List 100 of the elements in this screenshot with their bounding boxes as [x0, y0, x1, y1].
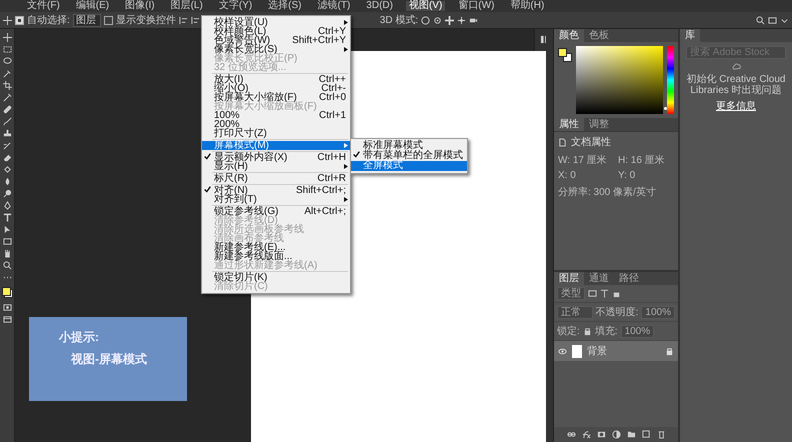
brush-panel-icon[interactable]	[540, 35, 548, 44]
type-filter-icon[interactable]	[600, 289, 609, 298]
menu-item[interactable]: 显示(H)	[202, 162, 350, 171]
menu-item[interactable]: 像素长宽比(S)	[202, 45, 350, 54]
adjustment-icon[interactable]	[612, 430, 620, 439]
menu-bar-item[interactable]: 图层(L)	[168, 1, 206, 11]
menu-item[interactable]: 对齐到(T)	[202, 195, 350, 204]
menu-bar-item[interactable]: 图像(I)	[122, 1, 158, 11]
panel-tab[interactable]: 通道	[584, 272, 614, 285]
dodge-icon[interactable]	[2, 189, 12, 198]
menu-item[interactable]: 显示额外内容(X) Ctrl+H	[202, 153, 350, 162]
align-icon[interactable]	[190, 16, 200, 24]
menu-item[interactable]: 校样颜色(L) Ctrl+Y	[202, 27, 350, 36]
panel-tab[interactable]: 颜色	[554, 29, 584, 42]
video-camera-icon[interactable]	[469, 16, 478, 24]
mask-icon[interactable]	[596, 430, 606, 439]
menu-item[interactable]: 全屏模式	[351, 161, 467, 171]
screen-mode-icon[interactable]	[2, 315, 12, 324]
menu-item[interactable]: 标准屏幕模式	[351, 141, 467, 151]
paint-bucket-icon[interactable]	[2, 165, 12, 174]
panel-tab[interactable]: 路径	[614, 272, 644, 285]
menu-bar-item[interactable]: 3D(D)	[363, 1, 396, 11]
menu-item[interactable]: 色域警告(W) Shift+Ctrl+Y	[202, 36, 350, 45]
blend-mode-dropdown[interactable]: 正常	[557, 306, 593, 318]
menu-item[interactable]: 放大(I) Ctrl++	[202, 75, 350, 84]
menu-item[interactable]: 新建参考线(E)...	[202, 243, 350, 252]
checkbox[interactable]	[104, 16, 113, 24]
menu-item[interactable]: 标尺(R) Ctrl+R	[202, 174, 350, 183]
cloud-error-icon	[732, 62, 740, 71]
menu-item[interactable]: 校样设置(U)	[202, 18, 350, 27]
menu-item[interactable]: 缩小(O) Ctrl+-	[202, 84, 350, 93]
panel-tab[interactable]: 色板	[584, 29, 614, 42]
target-dropdown[interactable]: 图层	[72, 14, 101, 26]
panel-tab[interactable]: 属性	[554, 118, 584, 131]
orbit-icon[interactable]	[421, 16, 430, 24]
eye-icon[interactable]	[558, 346, 567, 356]
marquee-icon[interactable]	[2, 45, 12, 54]
pen-icon[interactable]	[2, 201, 12, 210]
menu-bar-item[interactable]: 滤镜(T)	[314, 1, 354, 11]
effects-icon[interactable]	[582, 430, 590, 439]
panel-tab[interactable]: 调整	[584, 118, 614, 131]
quick-select-icon[interactable]	[2, 69, 12, 78]
filter-dropdown[interactable]: 类型	[557, 287, 585, 300]
pan-icon[interactable]	[445, 16, 454, 24]
new-layer-icon[interactable]	[642, 430, 650, 439]
slide-icon[interactable]	[457, 16, 466, 24]
move-icon[interactable]	[3, 16, 12, 24]
search-icon[interactable]	[2, 261, 12, 270]
menu-item[interactable]: 锁定参考线(G) Alt+Ctrl+;	[202, 207, 350, 216]
hue-slider-thumb[interactable]	[664, 106, 667, 110]
menu-item[interactable]: 新建参考线版面...	[202, 252, 350, 261]
menu-item[interactable]: 200%	[202, 120, 350, 129]
align-icon[interactable]	[178, 16, 188, 24]
quick-mask-icon[interactable]	[2, 303, 12, 312]
menu-bar-item[interactable]: 选择(S)	[265, 1, 304, 11]
arrow-cursor-icon[interactable]	[2, 225, 12, 234]
checkbox[interactable]	[15, 16, 24, 24]
submenu-arrow-icon	[344, 197, 348, 202]
move-icon[interactable]	[2, 33, 12, 42]
color-swatches[interactable]	[558, 48, 572, 62]
properties-title: 文档属性	[571, 136, 611, 149]
type-tool-icon[interactable]	[2, 213, 12, 222]
menu-item[interactable]: 按屏幕大小缩放(F) Ctrl+0	[202, 93, 350, 102]
lock-icon[interactable]	[582, 326, 592, 336]
rectangle-icon[interactable]	[2, 237, 12, 246]
lasso-icon[interactable]	[2, 57, 12, 66]
brush-icon[interactable]	[2, 117, 12, 126]
link-icon[interactable]	[566, 430, 576, 439]
panel-tab[interactable]: 图层	[554, 272, 584, 285]
eraser-icon[interactable]	[2, 153, 12, 162]
drop-icon[interactable]	[2, 177, 12, 186]
folder-icon[interactable]	[626, 430, 636, 439]
menu-bar-item[interactable]: 编辑(E)	[72, 1, 112, 11]
bandage-icon[interactable]	[2, 105, 12, 114]
more-info-link[interactable]: 更多信息	[716, 99, 756, 113]
menu-item[interactable]: 带有菜单栏的全屏模式	[351, 151, 467, 161]
menu-bar-item[interactable]: 帮助(H)	[507, 1, 548, 11]
history-brush-icon[interactable]	[2, 141, 12, 150]
panel-tab[interactable]: 库	[680, 29, 700, 42]
menu-item[interactable]: 打印尺寸(Z)	[202, 129, 350, 138]
image-filter-icon[interactable]	[588, 289, 597, 298]
hand-icon[interactable]	[2, 249, 12, 258]
layer-thumbnail	[572, 344, 582, 358]
search-icon[interactable]	[756, 16, 765, 24]
opacity-field[interactable]: 100%	[641, 306, 675, 318]
menu-item[interactable]: 对齐(N) Shift+Ctrl+;	[202, 186, 350, 195]
menu-bar-item[interactable]: 视图(V)	[406, 1, 446, 11]
trash-icon[interactable]	[656, 430, 666, 439]
fill-field[interactable]: 100%	[620, 324, 654, 338]
hue-slider[interactable]	[667, 46, 674, 114]
eyedropper-icon[interactable]	[2, 93, 12, 102]
crop-icon[interactable]	[2, 81, 12, 90]
menu-item[interactable]: 100% Ctrl+1	[202, 111, 350, 120]
layer-row[interactable]: 背景	[554, 341, 678, 361]
menu-item[interactable]: 锁定切片(K)	[202, 273, 350, 282]
stamp-icon[interactable]	[2, 129, 12, 138]
window-icon[interactable]	[768, 16, 777, 24]
color-swatches[interactable]	[2, 287, 12, 298]
color-field[interactable]	[576, 46, 663, 114]
roll-icon[interactable]	[433, 16, 442, 24]
